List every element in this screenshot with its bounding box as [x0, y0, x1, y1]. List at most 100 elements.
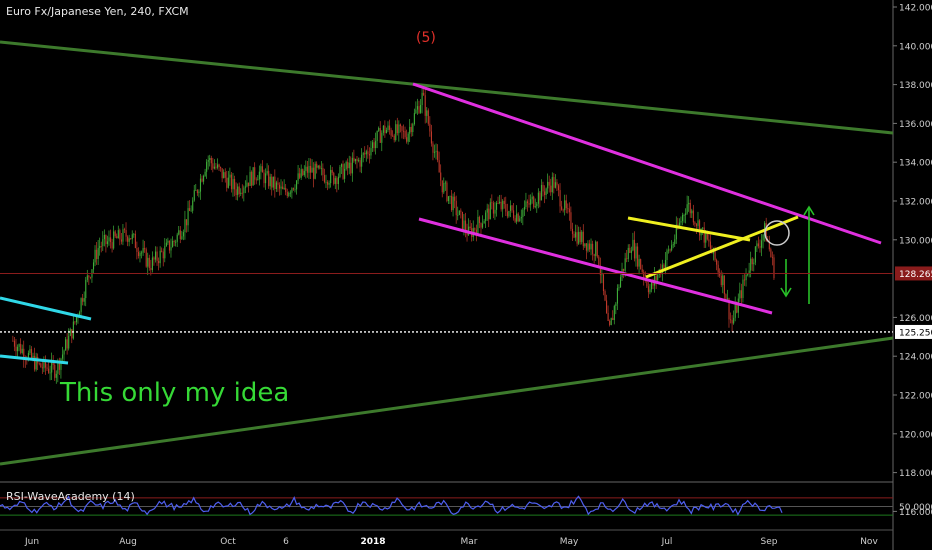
candle-body [371, 142, 374, 149]
candle-body [145, 249, 147, 267]
candle-body [316, 163, 318, 168]
candle-body [142, 248, 144, 253]
candle-body [663, 264, 665, 269]
candle-body [269, 176, 271, 187]
candle-body [392, 135, 394, 137]
candle-body [302, 169, 304, 176]
candle-body [306, 166, 308, 173]
candle-body [314, 163, 316, 179]
chart-title: Euro Fx/Japanese Yen, 240, FXCM [6, 5, 189, 18]
candle-body [581, 231, 583, 242]
candle-body [638, 259, 640, 267]
candle-body [516, 213, 518, 222]
candle-body [606, 300, 608, 313]
candle-body [161, 250, 163, 252]
candle-body [99, 246, 101, 248]
candle-body [464, 220, 467, 231]
candle-body [110, 237, 112, 243]
candle-body [296, 180, 298, 190]
candle-body [216, 164, 219, 168]
candle-body [557, 185, 560, 191]
candle-body [282, 186, 284, 189]
candle-body [750, 258, 752, 271]
candle-body [241, 192, 243, 194]
candle-body [469, 226, 471, 229]
candle-body [452, 196, 454, 211]
candle-body [573, 233, 575, 238]
candle-body [96, 249, 98, 260]
candle-body [697, 220, 699, 226]
candle-body [148, 257, 150, 268]
candle-body [689, 202, 691, 214]
candle-body [733, 317, 735, 324]
candle-body [240, 192, 242, 194]
candle-body [361, 154, 363, 167]
candle-body [743, 279, 746, 281]
candle-body [288, 192, 290, 197]
candle-body [694, 222, 696, 225]
candle-body [137, 251, 140, 257]
candle-body [311, 167, 313, 173]
candle-body [612, 318, 614, 321]
candle-body [265, 173, 267, 184]
candle-body [278, 184, 281, 189]
candle-body [234, 179, 236, 190]
candle-body [271, 176, 273, 188]
candle-body [255, 179, 257, 181]
candle-body [587, 243, 589, 251]
candle-body [494, 209, 496, 214]
candle-body [457, 214, 459, 216]
candle-body [159, 250, 161, 264]
candle-body [348, 162, 350, 169]
candle-body [463, 220, 465, 230]
price-tick-label: 120.000 [899, 430, 932, 440]
candle-body [635, 246, 637, 259]
candle-body [695, 224, 698, 226]
candle-body [201, 178, 203, 182]
candle-body [351, 157, 353, 174]
candle-body [716, 259, 718, 265]
candle-body [385, 130, 388, 134]
candle-body [134, 233, 136, 248]
candle-body [162, 251, 164, 259]
candle-body [320, 168, 322, 169]
candle-body [747, 274, 749, 275]
chart-canvas: 50.0000 142.000140.000138.000136.000134.… [0, 0, 932, 550]
candle-body [88, 275, 90, 278]
candle-body [568, 208, 570, 213]
candle-body [719, 272, 721, 276]
candle-body [325, 181, 327, 183]
candle-body [421, 92, 423, 106]
candle-body [396, 124, 398, 134]
candle-body [367, 151, 369, 155]
candle-body [540, 185, 543, 201]
candle-body [418, 106, 420, 113]
candle-body [451, 195, 453, 211]
candle-body [409, 126, 411, 134]
candle-body [289, 192, 291, 194]
candle-body [334, 178, 336, 184]
candle-body [359, 160, 361, 167]
candle-body [736, 305, 738, 313]
candle-body [627, 247, 629, 259]
candle-body [199, 178, 202, 192]
candle-body [297, 173, 299, 181]
candle-body [514, 218, 516, 222]
candle-body [223, 172, 225, 179]
candle-body [592, 243, 594, 255]
candle-body [523, 207, 525, 210]
candle-body [339, 166, 341, 177]
candle-body [111, 242, 113, 249]
candle-body [277, 182, 279, 185]
candle-body [502, 200, 504, 210]
candle-body [387, 125, 389, 131]
candle-body [575, 232, 577, 238]
candle-body [406, 137, 408, 142]
candle-body [390, 129, 392, 136]
candle-body [370, 148, 372, 156]
candle-body [443, 183, 445, 193]
candle-body [122, 229, 124, 242]
candle-body [435, 150, 437, 152]
candle-body [680, 220, 682, 223]
candle-body [356, 158, 358, 161]
